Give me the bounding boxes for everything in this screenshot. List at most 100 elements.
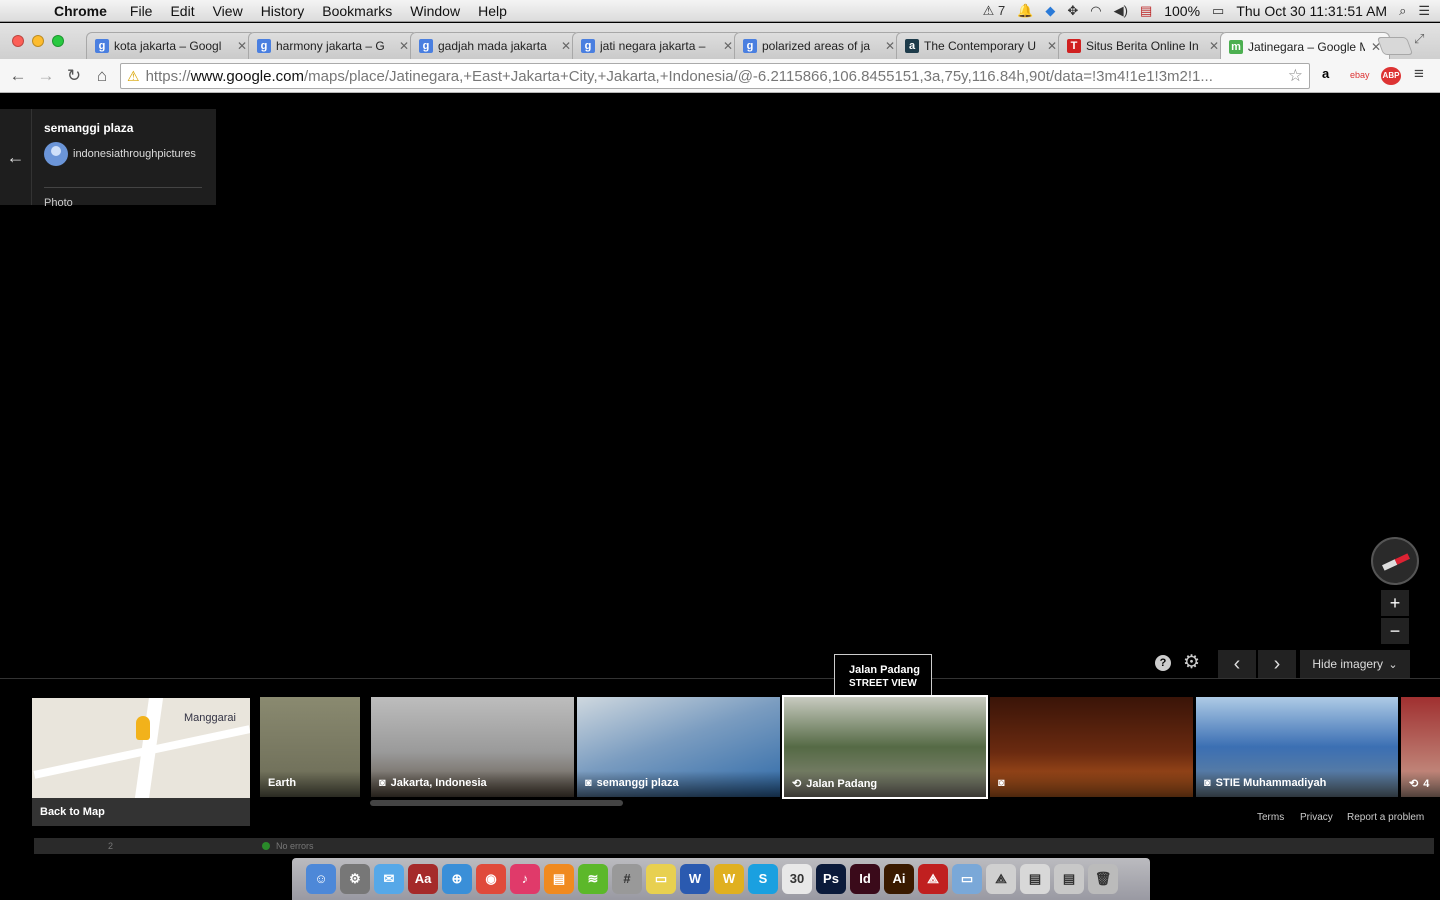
menu-edit[interactable]: Edit bbox=[170, 3, 194, 19]
notification-icon[interactable]: 🔔 bbox=[1017, 3, 1033, 19]
adobe-updates-icon[interactable]: ⚠ 7 bbox=[983, 3, 1006, 19]
tab-2[interactable]: g harmony jakarta – G ✕ bbox=[248, 32, 418, 59]
prev-image-button[interactable]: ‹ bbox=[1218, 650, 1256, 678]
tab-8[interactable]: m Jatinegara – Google M ✕ bbox=[1220, 32, 1390, 60]
documents-icon[interactable]: ▤ bbox=[1020, 864, 1050, 894]
downloads-icon[interactable]: ▤ bbox=[1054, 864, 1084, 894]
menu-view[interactable]: View bbox=[213, 3, 243, 19]
page-number[interactable]: 2 bbox=[108, 838, 113, 854]
close-tab-icon[interactable]: ✕ bbox=[1047, 39, 1057, 53]
privacy-link[interactable]: Privacy bbox=[1300, 812, 1333, 823]
back-to-map-button[interactable]: Back to Map bbox=[32, 798, 250, 826]
zoom-out-button[interactable]: − bbox=[1381, 618, 1409, 644]
new-tab-button[interactable] bbox=[1376, 37, 1414, 55]
illustrator-icon[interactable]: Ai bbox=[884, 864, 914, 894]
filmstrip-scrollbar[interactable] bbox=[370, 800, 623, 806]
battery-icon[interactable]: ▭ bbox=[1212, 3, 1224, 19]
home-icon[interactable]: ⌂ bbox=[88, 66, 116, 86]
minimize-window-button[interactable] bbox=[32, 35, 44, 47]
close-tab-icon[interactable]: ✕ bbox=[1209, 39, 1219, 53]
acrobat-icon[interactable]: ⟁ bbox=[918, 864, 948, 894]
imagery-thumbnail[interactable]: ◙ bbox=[990, 697, 1193, 797]
adblock-plus-icon[interactable]: ABP bbox=[1381, 67, 1401, 85]
settings-icon[interactable]: ⚙ bbox=[1183, 651, 1200, 674]
author-row[interactable]: indonesiathroughpictures bbox=[44, 142, 196, 166]
messages-icon[interactable]: ✉ bbox=[374, 864, 404, 894]
place-title[interactable]: semanggi plaza bbox=[44, 121, 133, 135]
volume-icon[interactable]: ◀) bbox=[1114, 3, 1128, 19]
imagery-thumbnail[interactable]: Earth bbox=[260, 697, 360, 797]
imagery-thumbnail[interactable]: ⟲ 4 bbox=[1401, 697, 1440, 797]
system-prefs-icon[interactable]: ⚙ bbox=[340, 864, 370, 894]
chrome-menu-icon[interactable]: ≡ bbox=[1414, 64, 1424, 84]
stickies-icon[interactable]: ▭ bbox=[646, 864, 676, 894]
back-arrow-icon[interactable]: ← bbox=[0, 109, 32, 205]
chrome-icon[interactable]: ◉ bbox=[476, 864, 506, 894]
spotlight-icon[interactable]: ⌕ bbox=[1399, 3, 1406, 19]
dictionary-icon[interactable]: Aa bbox=[408, 864, 438, 894]
menu-history[interactable]: History bbox=[261, 3, 305, 19]
dropbox-icon[interactable]: ◆ bbox=[1045, 3, 1055, 19]
word-icon[interactable]: W bbox=[680, 864, 710, 894]
ebay-extension-icon[interactable]: ebay bbox=[1350, 70, 1370, 80]
menu-file[interactable]: File bbox=[130, 3, 153, 19]
spotify-icon[interactable]: ≋ bbox=[578, 864, 608, 894]
trash-icon[interactable]: 🗑 bbox=[1088, 864, 1118, 894]
report-problem-link[interactable]: Report a problem bbox=[1347, 812, 1424, 823]
ibooks-icon[interactable]: ▤ bbox=[544, 864, 574, 894]
imagery-thumbnail[interactable]: ◙ semanggi plaza bbox=[577, 697, 780, 797]
tab-4[interactable]: g jati negara jakarta – ✕ bbox=[572, 32, 742, 59]
clock[interactable]: Thu Oct 30 11:31:51 AM bbox=[1236, 3, 1387, 19]
imagery-thumbnail[interactable]: ◙ Jakarta, Indonesia bbox=[371, 697, 574, 797]
imagery-thumbnail[interactable]: ⟲ Jalan Padang bbox=[782, 695, 988, 799]
amazon-extension-icon[interactable]: a bbox=[1322, 66, 1329, 81]
fullscreen-icon[interactable]: ⤢ bbox=[1414, 31, 1424, 47]
tab-1[interactable]: g kota jakarta – Googl ✕ bbox=[86, 32, 256, 59]
imagery-thumbnail[interactable]: ◙ STIE Muhammadiyah bbox=[1196, 697, 1398, 797]
close-tab-icon[interactable]: ✕ bbox=[561, 39, 571, 53]
hide-imagery-button[interactable]: Hide imagery ⌄ bbox=[1300, 650, 1410, 678]
address-bar[interactable]: ⚠ https://www.google.com/maps/place/Jati… bbox=[120, 63, 1310, 89]
terms-link[interactable]: Terms bbox=[1257, 812, 1284, 823]
close-tab-icon[interactable]: ✕ bbox=[399, 39, 409, 53]
photoshop-icon[interactable]: Ps bbox=[816, 864, 846, 894]
flag-icon[interactable]: ▤ bbox=[1140, 3, 1152, 19]
menu-help[interactable]: Help bbox=[478, 3, 507, 19]
tab-7[interactable]: T Situs Berita Online In ✕ bbox=[1058, 32, 1228, 59]
finder-icon[interactable]: ☺ bbox=[306, 864, 336, 894]
author-name[interactable]: indonesiathroughpictures bbox=[73, 148, 196, 160]
folder-icon[interactable]: ▭ bbox=[952, 864, 982, 894]
reload-icon[interactable]: ↻ bbox=[60, 66, 88, 86]
calculator-icon[interactable]: # bbox=[612, 864, 642, 894]
app-menu[interactable]: Chrome bbox=[54, 3, 107, 19]
next-image-button[interactable]: › bbox=[1258, 650, 1296, 678]
security-warning-icon[interactable]: ⚠ bbox=[127, 68, 140, 85]
help-icon[interactable]: ? bbox=[1155, 655, 1171, 671]
menu-bookmarks[interactable]: Bookmarks bbox=[322, 3, 392, 19]
tab-5[interactable]: g polarized areas of ja ✕ bbox=[734, 32, 904, 59]
back-icon[interactable]: ← bbox=[4, 66, 32, 86]
move-icon[interactable]: ✥ bbox=[1067, 3, 1078, 19]
battery-percent[interactable]: 100% bbox=[1164, 3, 1200, 19]
skype-icon[interactable]: S bbox=[748, 864, 778, 894]
bookmark-star-icon[interactable]: ☆ bbox=[1288, 66, 1309, 86]
close-tab-icon[interactable]: ✕ bbox=[237, 39, 247, 53]
street-view-viewport[interactable]: ← semanggi plaza indonesiathroughpicture… bbox=[0, 94, 1440, 854]
itunes-icon[interactable]: ♪ bbox=[510, 864, 540, 894]
safari-icon[interactable]: ⊕ bbox=[442, 864, 472, 894]
calendar-icon[interactable]: 30 bbox=[782, 864, 812, 894]
forward-icon[interactable]: → bbox=[32, 66, 60, 86]
indesign-icon[interactable]: Id bbox=[850, 864, 880, 894]
cyberduck-icon[interactable]: W bbox=[714, 864, 744, 894]
wifi-icon[interactable]: ◠ bbox=[1090, 3, 1101, 19]
close-window-button[interactable] bbox=[12, 35, 24, 47]
pdf-doc-icon[interactable]: ⟁ bbox=[986, 864, 1016, 894]
tab-6[interactable]: a The Contemporary U ✕ bbox=[896, 32, 1066, 59]
back-to-map-thumbnail[interactable]: Manggarai Back to Map bbox=[32, 698, 250, 826]
compass-icon[interactable] bbox=[1371, 537, 1419, 585]
close-tab-icon[interactable]: ✕ bbox=[885, 39, 895, 53]
zoom-window-button[interactable] bbox=[52, 35, 64, 47]
zoom-in-button[interactable]: + bbox=[1381, 590, 1409, 616]
close-tab-icon[interactable]: ✕ bbox=[723, 39, 733, 53]
menu-window[interactable]: Window bbox=[410, 3, 460, 19]
